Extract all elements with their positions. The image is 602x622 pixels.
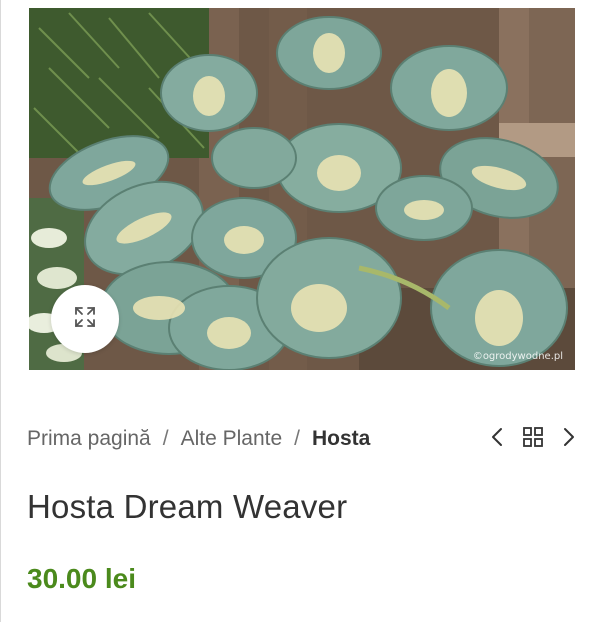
breadcrumb-current: Hosta bbox=[312, 427, 371, 450]
previous-product-button[interactable] bbox=[485, 424, 509, 454]
expand-arrows-icon bbox=[74, 306, 96, 333]
image-watermark: ©ogrodywodne.pl bbox=[472, 351, 563, 362]
back-to-category-button[interactable] bbox=[521, 424, 545, 454]
breadcrumb-category[interactable]: Alte Plante bbox=[181, 427, 283, 451]
chevron-right-icon bbox=[562, 427, 576, 452]
product-price: 30.00 lei bbox=[27, 563, 136, 594]
next-product-button[interactable] bbox=[557, 424, 581, 454]
chevron-left-icon bbox=[490, 427, 504, 452]
product-navigation bbox=[485, 424, 581, 454]
breadcrumb: Prima pagină / Alte Plante / Hosta bbox=[27, 424, 370, 454]
product-title: Hosta Dream Weaver bbox=[27, 488, 348, 525]
breadcrumb-separator: / bbox=[162, 427, 169, 450]
product-page: ©ogrodywodne.pl Prima pagină / Alte Plan… bbox=[0, 0, 602, 622]
grid-icon bbox=[522, 426, 544, 453]
image-zoom-button[interactable] bbox=[51, 285, 119, 353]
breadcrumb-home[interactable]: Prima pagină bbox=[27, 427, 151, 451]
breadcrumb-separator: / bbox=[294, 427, 300, 450]
